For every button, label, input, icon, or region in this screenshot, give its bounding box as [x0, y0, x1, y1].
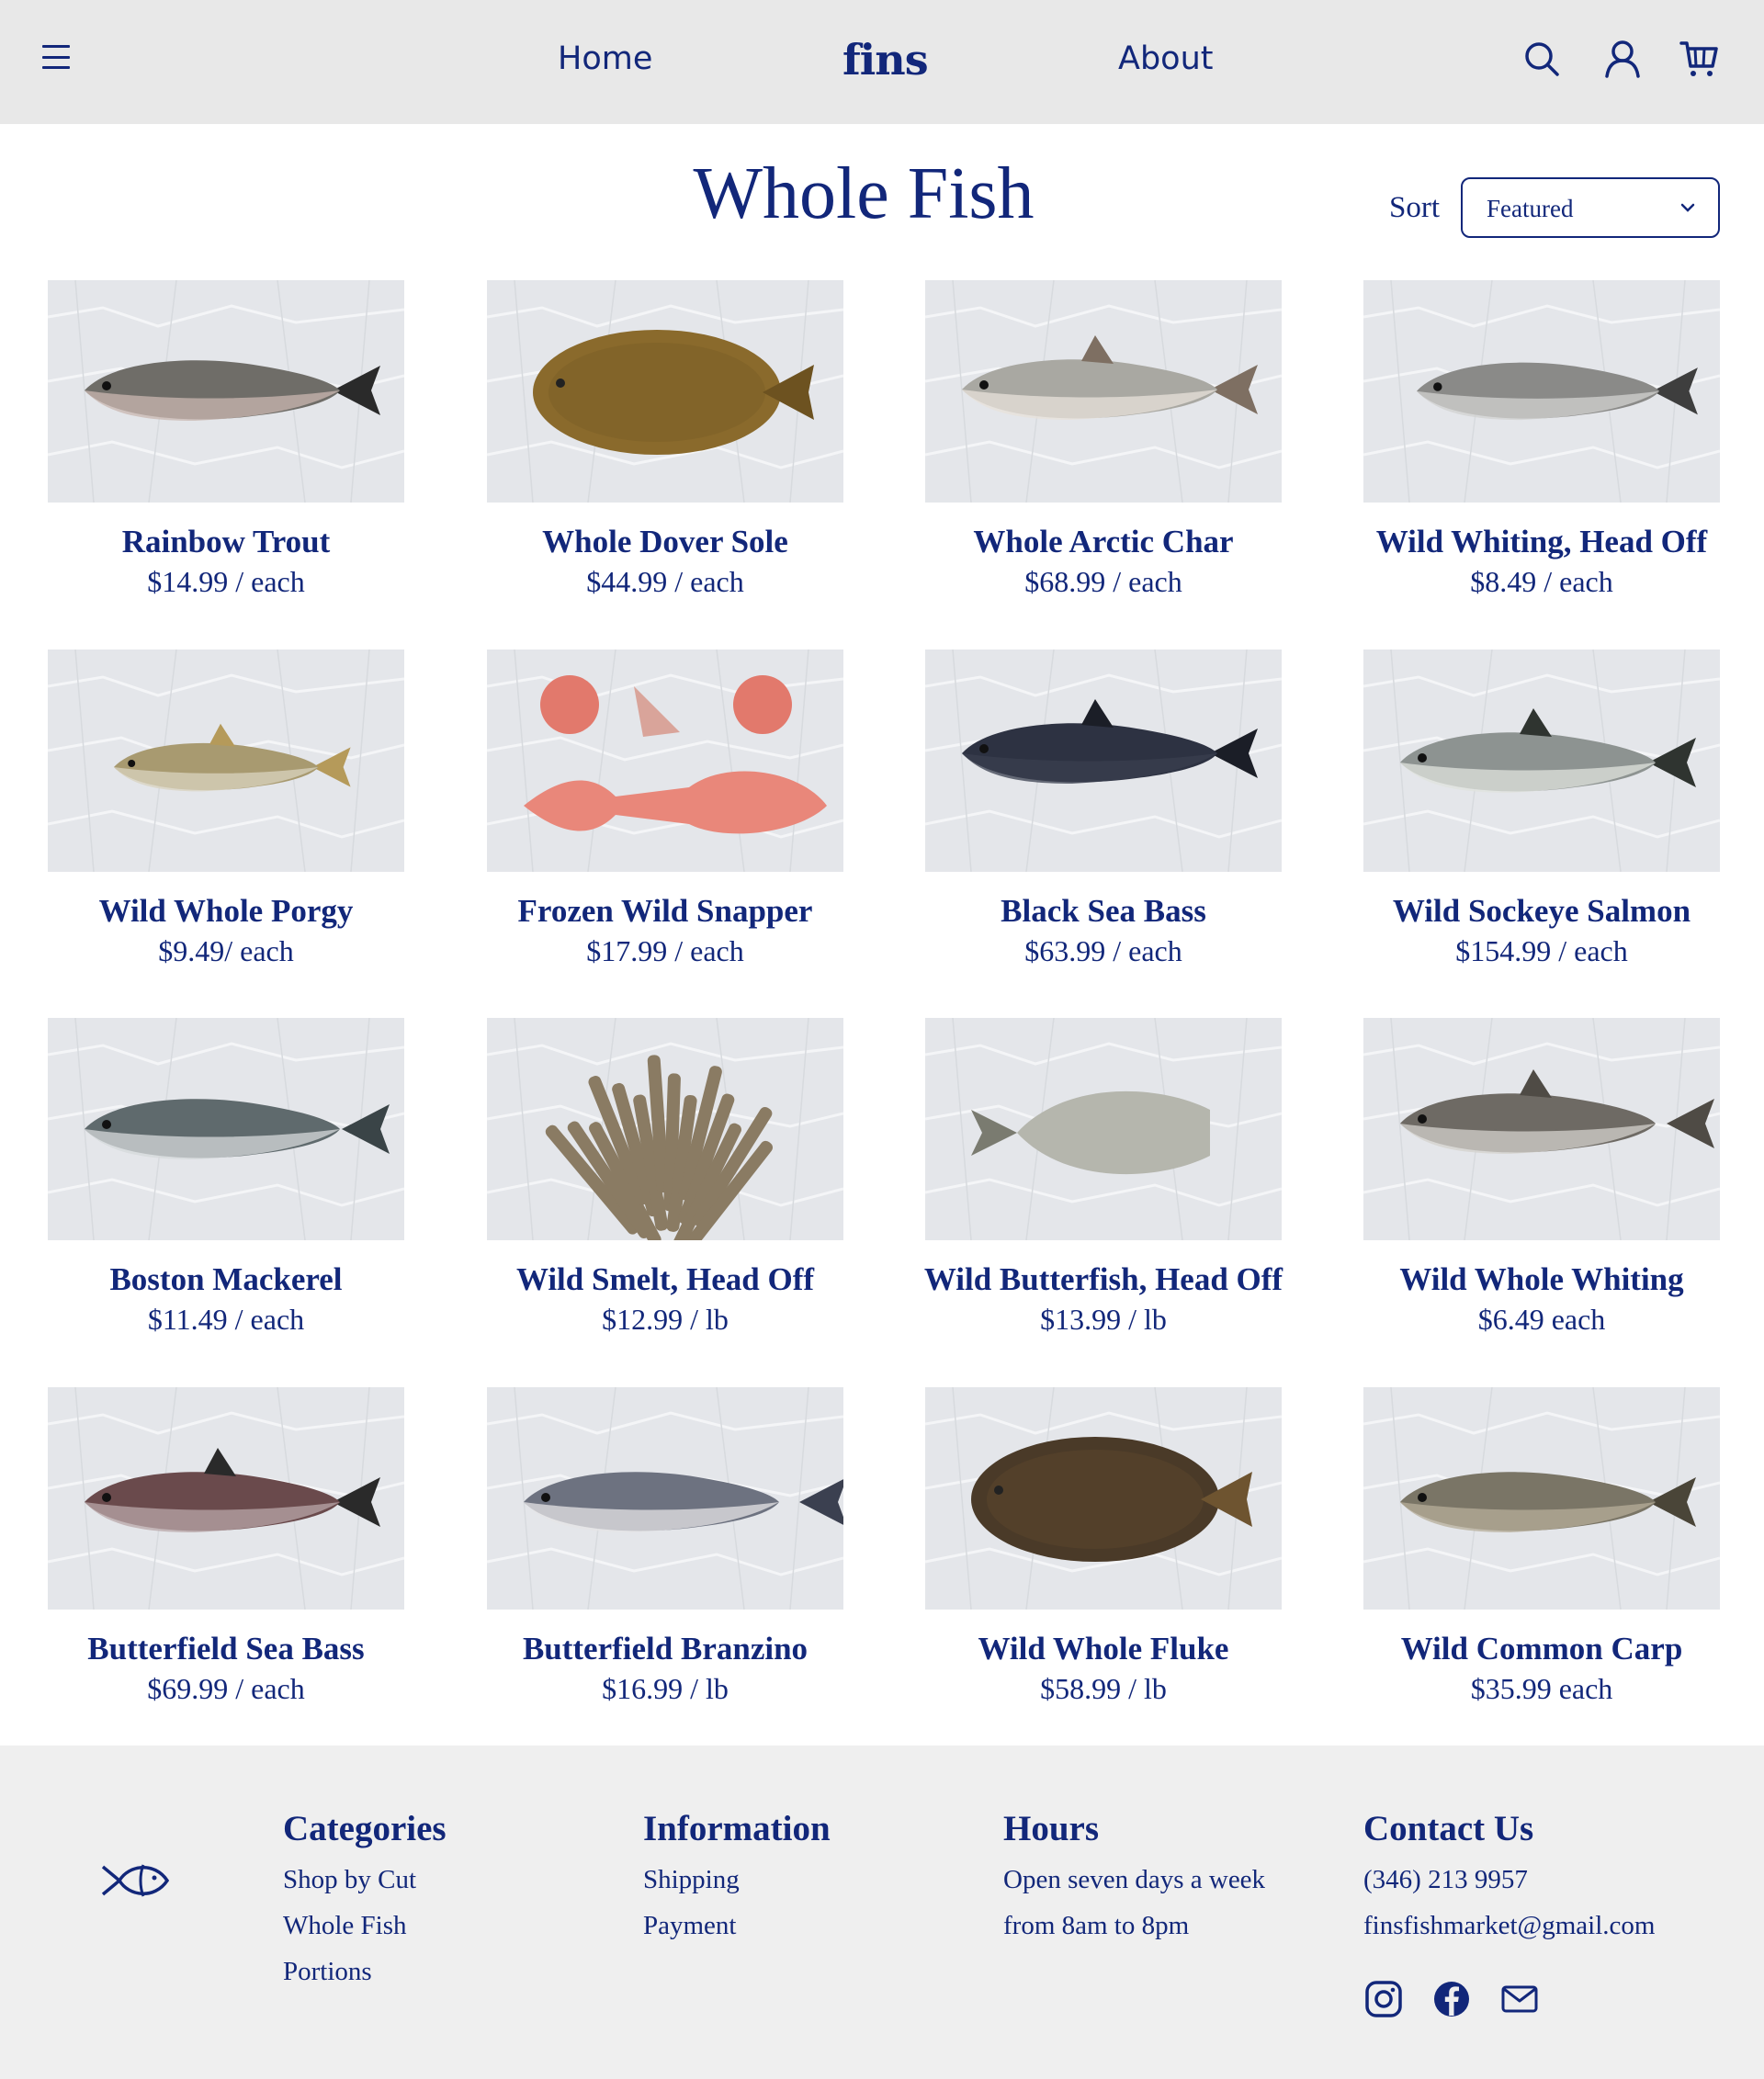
product-name[interactable]: Wild Whiting, Head Off	[1327, 524, 1757, 560]
product-price: $68.99 / each	[1024, 565, 1182, 598]
contact-email[interactable]: finsfishmarket@gmail.com	[1363, 1903, 1655, 1949]
search-icon[interactable]	[1520, 37, 1564, 81]
sort-dropdown[interactable]: Featured	[1461, 177, 1720, 238]
product-price: $44.99 / each	[586, 565, 744, 598]
product-name[interactable]: Frozen Wild Snapper	[450, 893, 880, 930]
product-name[interactable]: Wild Whole Porgy	[11, 893, 441, 930]
product-price: $11.49 / each	[147, 1303, 305, 1336]
product-price: $12.99 / lb	[602, 1303, 729, 1336]
footer-link-portions[interactable]: Portions	[283, 1949, 447, 1994]
footer-contact: Contact Us (346) 213 9957 finsfishmarket…	[1363, 1808, 1655, 1949]
sort-label: Sort	[1389, 191, 1441, 224]
product-name[interactable]: Wild Smelt, Head Off	[450, 1261, 880, 1298]
contact-phone[interactable]: (346) 213 9957	[1363, 1857, 1655, 1903]
product-price: $8.49 / each	[1470, 565, 1613, 598]
product-image[interactable]	[1363, 650, 1720, 872]
product-image[interactable]	[48, 280, 404, 503]
product-image[interactable]	[48, 650, 404, 872]
product-name[interactable]: Wild Butterfish, Head Off	[888, 1261, 1318, 1298]
product-price: $13.99 / lb	[1040, 1303, 1167, 1336]
chevron-down-icon	[1680, 203, 1695, 212]
product-name[interactable]: Butterfield Sea Bass	[11, 1631, 441, 1667]
site-logo[interactable]: fins	[842, 35, 929, 85]
product-price: $63.99 / each	[1024, 934, 1182, 967]
product-name[interactable]: Wild Common Carp	[1327, 1631, 1757, 1667]
footer-link-shop-by-cut[interactable]: Shop by Cut	[283, 1857, 447, 1903]
product-name[interactable]: Wild Whole Fluke	[888, 1631, 1318, 1667]
nav-about-link[interactable]: About	[1118, 40, 1213, 77]
nav-home-link[interactable]: Home	[558, 40, 652, 77]
footer-link-shipping[interactable]: Shipping	[643, 1857, 831, 1903]
product-image[interactable]	[925, 1387, 1282, 1610]
product-image[interactable]	[1363, 280, 1720, 503]
product-price: $17.99 / each	[586, 934, 744, 967]
footer-contact-title: Contact Us	[1363, 1809, 1534, 1848]
product-name[interactable]: Boston Mackerel	[11, 1261, 441, 1298]
fish-logo-icon	[101, 1864, 169, 1897]
menu-icon[interactable]	[42, 42, 70, 72]
product-image[interactable]	[487, 650, 843, 872]
product-image[interactable]	[1363, 1387, 1720, 1610]
product-price: $69.99 / each	[147, 1672, 305, 1705]
footer: Categories Shop by Cut Whole Fish Portio…	[0, 1746, 1764, 2079]
product-name[interactable]: Whole Arctic Char	[888, 524, 1318, 560]
product-price: $6.49 each	[1477, 1303, 1606, 1336]
product-name[interactable]: Rainbow Trout	[11, 524, 441, 560]
footer-link-whole-fish[interactable]: Whole Fish	[283, 1903, 447, 1949]
product-image[interactable]	[1363, 1018, 1720, 1240]
product-name[interactable]: Butterfield Branzino	[450, 1631, 880, 1667]
product-image[interactable]	[925, 650, 1282, 872]
product-image[interactable]	[487, 280, 843, 503]
product-image[interactable]	[48, 1387, 404, 1610]
product-price: $58.99 / lb	[1040, 1672, 1167, 1705]
footer-information-title: Information	[643, 1809, 831, 1848]
footer-categories: Categories Shop by Cut Whole Fish Portio…	[283, 1808, 447, 1994]
product-image[interactable]	[925, 280, 1282, 503]
facebook-icon[interactable]	[1431, 1979, 1472, 2019]
footer-information: Information Shipping Payment	[643, 1808, 831, 1949]
product-price: $14.99 / each	[147, 565, 305, 598]
instagram-icon[interactable]	[1363, 1979, 1404, 2019]
product-name[interactable]: Wild Whole Whiting	[1327, 1261, 1757, 1298]
product-price: $16.99 / lb	[602, 1672, 729, 1705]
footer-link-payment[interactable]: Payment	[643, 1903, 831, 1949]
footer-categories-title: Categories	[283, 1809, 447, 1848]
product-image[interactable]	[487, 1018, 843, 1240]
footer-hours-title: Hours	[1003, 1809, 1100, 1848]
product-image[interactable]	[487, 1387, 843, 1610]
footer-hours: Hours Open seven days a week from 8am to…	[1003, 1808, 1265, 1949]
hours-line: from 8am to 8pm	[1003, 1911, 1190, 1940]
product-name[interactable]: Wild Sockeye Salmon	[1327, 893, 1757, 930]
sort-selected-value: Featured	[1487, 195, 1574, 222]
product-price: $35.99 each	[1470, 1672, 1613, 1705]
product-price: $154.99 / each	[1455, 934, 1628, 967]
product-price: $9.49/ each	[158, 934, 294, 967]
mail-icon[interactable]	[1499, 1979, 1540, 2019]
product-name[interactable]: Whole Dover Sole	[450, 524, 880, 560]
product-image[interactable]	[925, 1018, 1282, 1240]
hours-line: Open seven days a week	[1003, 1865, 1266, 1894]
cart-icon[interactable]	[1678, 37, 1722, 81]
product-image[interactable]	[48, 1018, 404, 1240]
account-icon[interactable]	[1600, 37, 1645, 81]
top-nav: Home fins About	[0, 0, 1764, 124]
product-name[interactable]: Black Sea Bass	[888, 893, 1318, 930]
